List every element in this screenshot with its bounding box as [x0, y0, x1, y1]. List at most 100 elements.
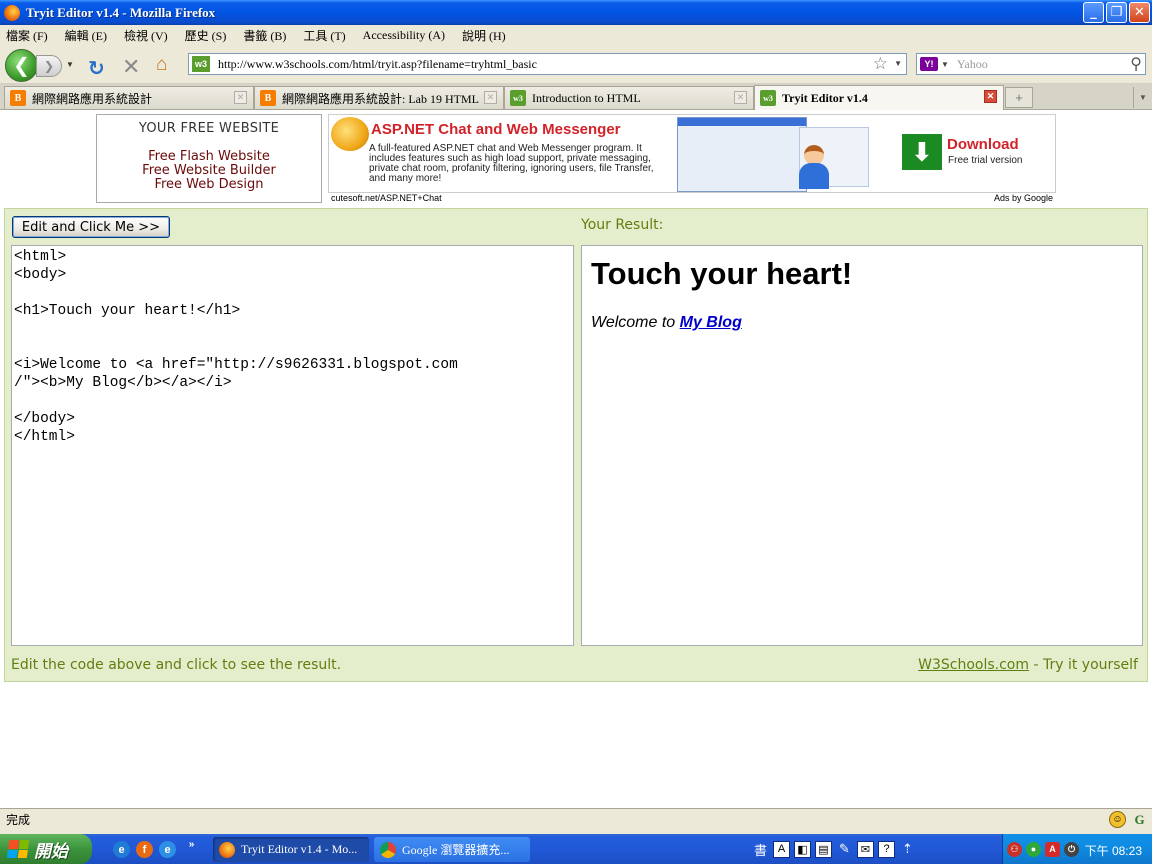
- close-tab-icon[interactable]: ✕: [984, 90, 997, 103]
- ad-link-flash[interactable]: Free Flash Website: [97, 150, 321, 164]
- menu-tools[interactable]: 工具 (T): [303, 27, 345, 44]
- ime-collapse-icon[interactable]: ⇡: [899, 841, 916, 858]
- ime-toolbar: 書 A ◧ ▤ ✎ ✉ ? ⇡: [752, 838, 916, 860]
- result-frame: Touch your heart! Welcome to My Blog: [581, 245, 1143, 646]
- task-label: Tryit Editor v1.4 - Mo...: [241, 842, 358, 856]
- new-tab-button[interactable]: +: [1005, 87, 1033, 108]
- windows-taskbar: 開始 e f e » Tryit Editor v1.4 - Mo... Goo…: [0, 834, 1152, 864]
- ime-tool-icon[interactable]: ✎: [836, 841, 853, 858]
- search-bar[interactable]: Y! ▼ Yahoo ⚲: [916, 53, 1146, 75]
- w3-icon: w3: [510, 90, 526, 106]
- menu-history[interactable]: 歷史 (S): [185, 27, 227, 44]
- ad-source-url[interactable]: cutesoft.net/ASP.NET+Chat: [331, 193, 442, 203]
- close-tab-icon[interactable]: ✕: [234, 91, 247, 104]
- menu-edit[interactable]: 編輯 (E): [65, 27, 107, 44]
- ad-banner-title: ASP.NET Chat and Web Messenger: [371, 121, 621, 138]
- ime-mode[interactable]: 書: [752, 841, 769, 858]
- power-tray-icon[interactable]: ⏻: [1064, 841, 1079, 857]
- tab-label: Introduction to HTML: [532, 90, 641, 105]
- ime-shape-icon[interactable]: A: [773, 840, 790, 858]
- stop-icon[interactable]: ✕: [122, 54, 140, 80]
- result-welcome-line: Welcome to My Blog: [591, 314, 1133, 332]
- close-tab-icon[interactable]: ✕: [484, 91, 497, 104]
- tab-label: Tryit Editor v1.4: [782, 90, 868, 105]
- ime-options-icon[interactable]: ✉: [857, 840, 874, 858]
- ime-help-icon[interactable]: ?: [878, 840, 895, 858]
- ads-by-google[interactable]: Ads by Google: [994, 193, 1053, 203]
- url-text[interactable]: http://www.w3schools.com/html/tryit.asp?…: [218, 57, 537, 72]
- antivirus-tray-icon[interactable]: A: [1045, 841, 1060, 857]
- address-bar[interactable]: w3 http://www.w3schools.com/html/tryit.a…: [188, 53, 907, 75]
- tab-list-dropdown-icon[interactable]: ▼: [1133, 87, 1152, 108]
- result-label: Your Result:: [581, 217, 664, 233]
- status-bar: 完成 ☺ G: [0, 808, 1152, 830]
- close-tab-icon[interactable]: ✕: [734, 91, 747, 104]
- restore-button[interactable]: ❐: [1106, 2, 1127, 23]
- reload-icon[interactable]: ↻: [88, 56, 105, 81]
- network-tray-icon[interactable]: ⚇: [1007, 841, 1022, 857]
- engine-dropdown-icon[interactable]: ▼: [941, 60, 949, 69]
- clock[interactable]: 下午 08:23: [1085, 842, 1142, 859]
- firefox-quicklaunch-icon[interactable]: f: [136, 841, 153, 858]
- chat-ad-banner[interactable]: ASP.NET Chat and Web Messenger A full-fe…: [328, 114, 1056, 193]
- tab-label: 網際網路應用系統設計: [32, 91, 153, 106]
- tryit-panel: Edit and Click Me >> Your Result: <html>…: [4, 208, 1148, 682]
- back-button[interactable]: ❮: [5, 49, 38, 82]
- yahoo-icon[interactable]: Y!: [920, 57, 938, 71]
- tab-blog-1[interactable]: B 網際網路應用系統設計 ✕: [4, 86, 254, 109]
- windows-logo-icon: [6, 840, 30, 858]
- download-subtitle: Free trial version: [948, 155, 1023, 166]
- navigation-toolbar: ❮ ❯ ▼ ↻ ✕ ⌂ w3 http://www.w3schools.com/…: [0, 46, 1152, 84]
- start-button[interactable]: 開始: [0, 834, 92, 864]
- welcome-text: Welcome to: [591, 314, 680, 331]
- w3-icon: w3: [192, 56, 210, 72]
- smiley-addon-icon[interactable]: ☺: [1109, 811, 1126, 828]
- gmail-addon-icon[interactable]: G: [1131, 811, 1148, 828]
- my-blog-link[interactable]: My Blog: [680, 314, 742, 331]
- task-google-extension[interactable]: Google 瀏覽器擴充...: [374, 837, 530, 862]
- edit-and-click-button[interactable]: Edit and Click Me >>: [12, 216, 170, 238]
- history-dropdown-icon[interactable]: ▼: [66, 60, 74, 69]
- blogger-icon: B: [10, 90, 26, 106]
- browser-quicklaunch-icon[interactable]: e: [159, 841, 176, 858]
- ad-heading: YOUR FREE WEBSITE: [138, 121, 280, 136]
- instructions-text: Edit the code above and click to see the…: [11, 657, 342, 673]
- system-tray: ⚇ ● A ⏻ 下午 08:23: [1002, 834, 1152, 864]
- firefox-icon: [219, 841, 235, 858]
- w3-icon: w3: [760, 90, 776, 106]
- ime-keyboard-icon[interactable]: ▤: [815, 840, 832, 858]
- messenger-tray-icon[interactable]: ●: [1026, 841, 1041, 857]
- download-arrow-icon: ⬇: [902, 134, 942, 170]
- ime-halfwidth-icon[interactable]: ◧: [794, 840, 811, 858]
- search-icon[interactable]: ⚲: [1130, 54, 1142, 74]
- tab-introduction[interactable]: w3 Introduction to HTML ✕: [504, 86, 754, 109]
- ad-link-builder[interactable]: Free Website Builder: [97, 164, 321, 178]
- ad-link-design[interactable]: Free Web Design: [97, 178, 321, 192]
- forward-button[interactable]: ❯: [36, 55, 62, 77]
- menu-file[interactable]: 檔案 (F): [6, 27, 48, 44]
- task-firefox[interactable]: Tryit Editor v1.4 - Mo...: [213, 837, 369, 862]
- close-window-button[interactable]: ✕: [1129, 2, 1150, 23]
- code-editor-textarea[interactable]: <html> <body> <h1>Touch your heart!</h1>…: [11, 245, 574, 646]
- download-title: Download: [947, 136, 1019, 153]
- person-icon: [797, 145, 831, 190]
- menu-accessibility[interactable]: Accessibility (A): [363, 28, 445, 43]
- window-titlebar[interactable]: Tryit Editor v1.4 - Mozilla Firefox _ ❐ …: [0, 0, 1152, 25]
- ie-quicklaunch-icon[interactable]: e: [113, 841, 130, 858]
- bookmark-star-icon[interactable]: ☆: [873, 54, 888, 74]
- result-heading: Touch your heart!: [591, 256, 853, 291]
- menu-bookmarks[interactable]: 書籤 (B): [243, 27, 286, 44]
- home-icon[interactable]: ⌂: [156, 54, 167, 76]
- menu-view[interactable]: 檢視 (V): [124, 27, 168, 44]
- url-dropdown-icon[interactable]: ▼: [894, 59, 902, 68]
- ad-banner-description: A full-featured ASP.NET chat and Web Mes…: [369, 143, 654, 184]
- w3schools-link[interactable]: W3Schools.com: [918, 657, 1029, 673]
- tab-blog-2[interactable]: B 網際網路應用系統設計: Lab 19 HTML ✕: [254, 86, 504, 109]
- tab-tryit-editor[interactable]: w3 Tryit Editor v1.4 ✕: [754, 85, 1004, 110]
- search-input[interactable]: Yahoo: [957, 57, 988, 72]
- more-quicklaunch-icon[interactable]: »: [183, 836, 200, 853]
- menu-help[interactable]: 說明 (H): [462, 27, 506, 44]
- minimize-button[interactable]: _: [1083, 2, 1104, 23]
- start-label: 開始: [34, 841, 68, 861]
- free-website-ad: YOUR FREE WEBSITE Free Flash Website Fre…: [96, 114, 322, 203]
